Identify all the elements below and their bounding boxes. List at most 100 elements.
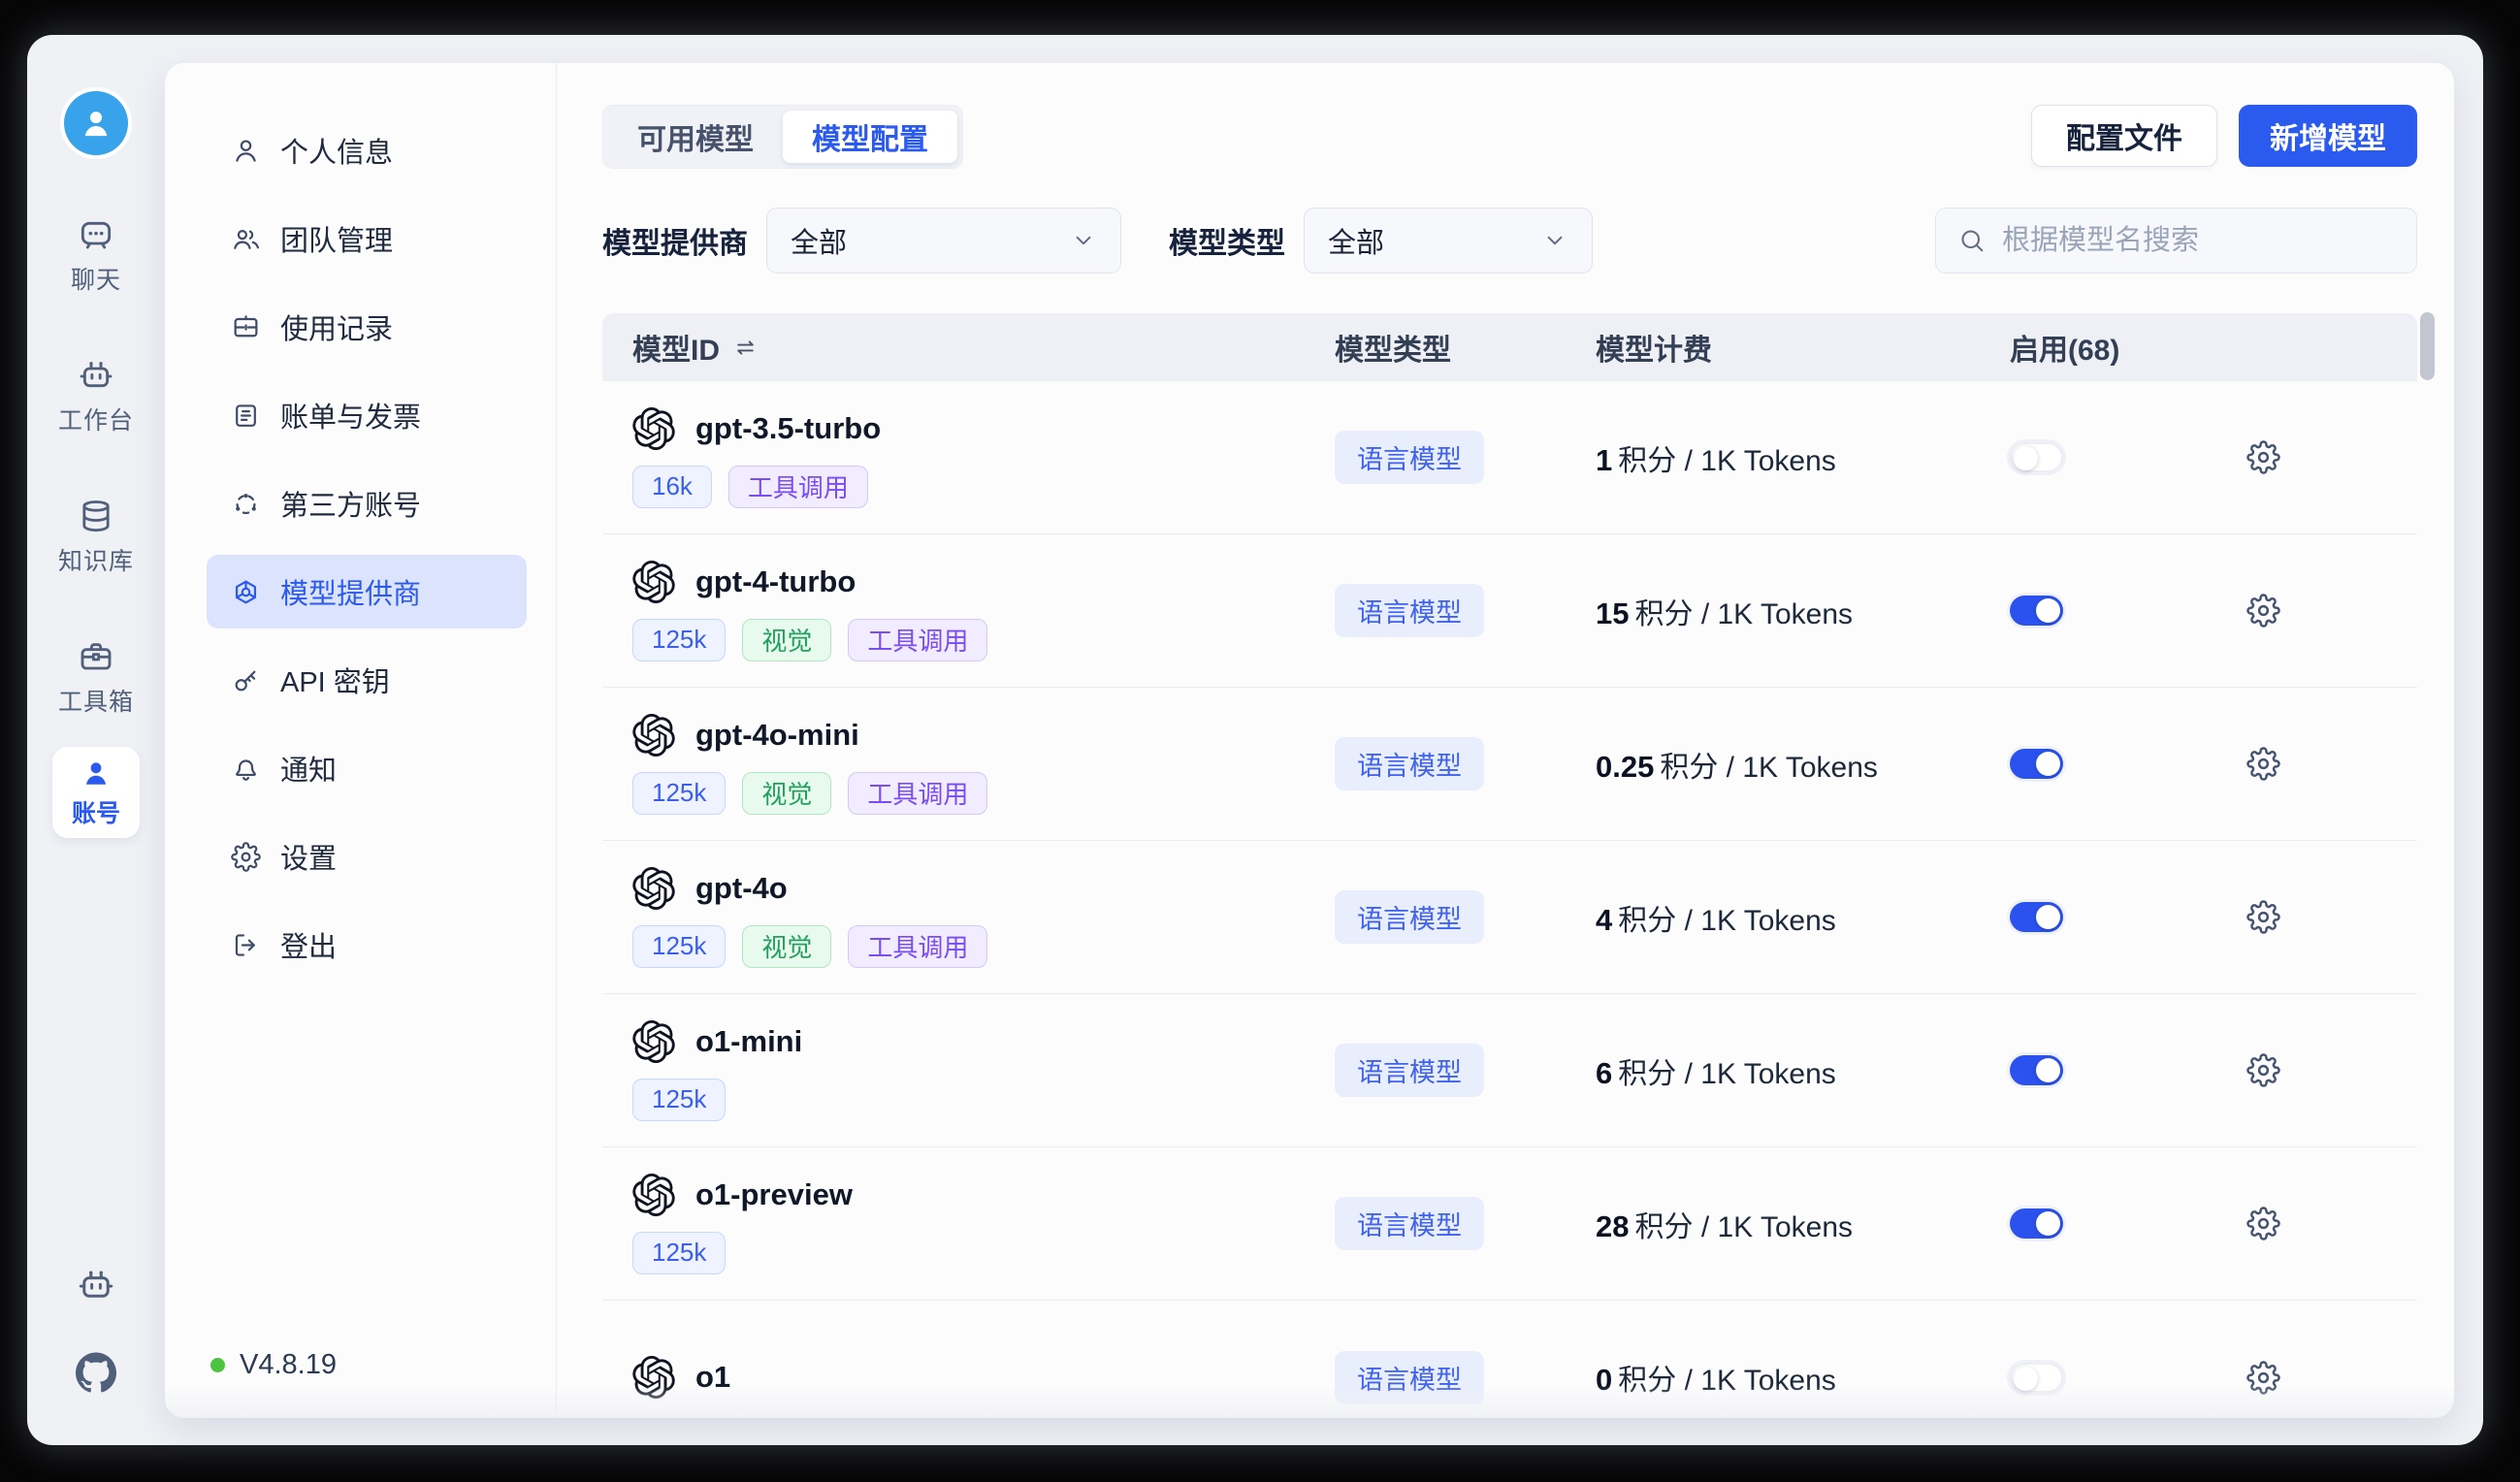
model-enabled-cell xyxy=(2010,902,2246,932)
type-select[interactable]: 全部 xyxy=(1304,208,1593,274)
enable-toggle[interactable] xyxy=(2010,1363,2063,1393)
enable-toggle[interactable] xyxy=(2010,1055,2063,1085)
rail-item-工具箱[interactable]: 工具箱 xyxy=(58,637,134,718)
gear-icon[interactable] xyxy=(2246,1053,2417,1087)
bill-icon xyxy=(231,401,261,431)
enable-toggle[interactable] xyxy=(2010,1208,2063,1239)
sidebar-item-label: 登出 xyxy=(280,924,337,965)
model-type-cell: 语言模型 xyxy=(1335,737,1596,790)
sidebar-item-第三方账号[interactable]: 第三方账号 xyxy=(207,467,527,540)
person-icon xyxy=(80,757,113,789)
provider-select[interactable]: 全部 xyxy=(766,208,1121,274)
model-type-cell: 语言模型 xyxy=(1335,890,1596,944)
model-search-input[interactable] xyxy=(2002,225,2395,257)
sidebar-item-登出[interactable]: 登出 xyxy=(207,908,527,982)
sidebar-item-通知[interactable]: 通知 xyxy=(207,731,527,805)
sidebar-item-个人信息[interactable]: 个人信息 xyxy=(207,113,527,187)
sidebar-item-label: 模型提供商 xyxy=(280,571,421,612)
app-window: 聊天工作台知识库工具箱账号 个人信息团队管理使用记录账单与发票第三方账号模型提供… xyxy=(27,35,2483,1445)
content-card: 个人信息团队管理使用记录账单与发票第三方账号模型提供商API 密钥通知设置登出 … xyxy=(165,63,2454,1418)
model-tags: 125k视觉工具调用 xyxy=(632,772,1335,815)
database-icon xyxy=(77,497,115,535)
model-tag: 工具调用 xyxy=(848,619,987,661)
model-type-cell: 语言模型 xyxy=(1335,584,1596,637)
model-settings-cell xyxy=(2246,440,2417,474)
model-type-badge: 语言模型 xyxy=(1335,890,1484,944)
model-settings-cell xyxy=(2246,1207,2417,1240)
model-name: gpt-4o-mini xyxy=(695,718,859,753)
robot-icon[interactable] xyxy=(76,1265,116,1305)
gear-icon[interactable] xyxy=(2246,440,2417,474)
config-file-button[interactable]: 配置文件 xyxy=(2031,105,2217,167)
model-type-cell: 语言模型 xyxy=(1335,1197,1596,1250)
model-type-badge: 语言模型 xyxy=(1335,431,1484,484)
model-id-cell: gpt-3.5-turbo16k工具调用 xyxy=(602,407,1335,508)
sidebar-item-label: 团队管理 xyxy=(280,218,393,259)
provider-filter-label: 模型提供商 xyxy=(602,219,748,262)
chevron-down-icon xyxy=(1070,227,1097,254)
tab-模型配置[interactable]: 模型配置 xyxy=(783,111,957,163)
openai-logo-icon xyxy=(632,1174,675,1216)
sort-icon[interactable] xyxy=(732,335,759,361)
enable-toggle[interactable] xyxy=(2010,442,2063,472)
sidebar-item-label: API 密钥 xyxy=(280,660,390,700)
model-row-o1-mini: o1-mini125k语言模型6积分 / 1K Tokens xyxy=(602,994,2417,1147)
model-type-cell: 语言模型 xyxy=(1335,1044,1596,1097)
sidebar-item-团队管理[interactable]: 团队管理 xyxy=(207,202,527,275)
openai-logo-icon xyxy=(632,1020,675,1063)
sidebar-item-账单与发票[interactable]: 账单与发票 xyxy=(207,378,527,452)
model-name: gpt-4-turbo xyxy=(695,564,856,599)
rail-item-知识库[interactable]: 知识库 xyxy=(58,497,134,577)
model-enabled-cell xyxy=(2010,749,2246,779)
search-icon xyxy=(1957,226,1987,255)
github-icon[interactable] xyxy=(76,1352,116,1393)
enable-toggle[interactable] xyxy=(2010,596,2063,626)
model-tag: 125k xyxy=(632,1079,726,1121)
gear-icon[interactable] xyxy=(2246,594,2417,628)
model-settings-cell xyxy=(2246,1361,2417,1395)
gear-icon[interactable] xyxy=(2246,747,2417,781)
records-icon xyxy=(231,312,261,342)
gear-icon[interactable] xyxy=(2246,900,2417,934)
network-icon xyxy=(231,489,261,519)
online-status-dot xyxy=(210,1358,225,1372)
enable-toggle[interactable] xyxy=(2010,749,2063,779)
filter-bar: 模型提供商 全部 模型类型 全部 xyxy=(602,208,2417,274)
model-name: o1 xyxy=(695,1360,730,1395)
model-type-badge: 语言模型 xyxy=(1335,1351,1484,1404)
rail-item-账号[interactable]: 账号 xyxy=(52,747,140,838)
rail-item-工作台[interactable]: 工作台 xyxy=(58,356,134,436)
toolbox-icon xyxy=(77,637,115,676)
rail-item-label: 工具箱 xyxy=(58,683,134,718)
model-row-gpt-3.5-turbo: gpt-3.5-turbo16k工具调用语言模型1积分 / 1K Tokens xyxy=(602,381,2417,534)
add-model-button[interactable]: 新增模型 xyxy=(2239,105,2417,167)
key-icon xyxy=(231,665,261,695)
model-row-gpt-4-turbo: gpt-4-turbo125k视觉工具调用语言模型15积分 / 1K Token… xyxy=(602,534,2417,688)
model-tag: 16k xyxy=(632,466,712,508)
model-settings-cell xyxy=(2246,900,2417,934)
tab-可用模型[interactable]: 可用模型 xyxy=(608,111,783,163)
gear-icon[interactable] xyxy=(2246,1207,2417,1240)
user-icon xyxy=(231,136,261,166)
sidebar-item-API 密钥[interactable]: API 密钥 xyxy=(207,643,527,717)
user-avatar[interactable] xyxy=(64,91,128,155)
sidebar-item-使用记录[interactable]: 使用记录 xyxy=(207,290,527,364)
model-settings-cell xyxy=(2246,1053,2417,1087)
model-tags: 125k xyxy=(632,1232,1335,1274)
gear-icon[interactable] xyxy=(2246,1361,2417,1395)
model-billing-cell: 6积分 / 1K Tokens xyxy=(1596,1049,2010,1092)
model-billing-cell: 0.25积分 / 1K Tokens xyxy=(1596,743,2010,786)
sidebar-item-模型提供商[interactable]: 模型提供商 xyxy=(207,555,527,628)
model-name: gpt-3.5-turbo xyxy=(695,411,881,446)
openai-logo-icon xyxy=(632,561,675,603)
model-tag: 视觉 xyxy=(742,772,831,815)
enable-toggle[interactable] xyxy=(2010,902,2063,932)
sidebar-item-设置[interactable]: 设置 xyxy=(207,820,527,893)
model-billing-cell: 15积分 / 1K Tokens xyxy=(1596,590,2010,632)
model-tag: 工具调用 xyxy=(848,925,987,968)
model-id-cell: gpt-4o125k视觉工具调用 xyxy=(602,867,1335,968)
scrollbar-thumb[interactable] xyxy=(2420,312,2435,380)
model-tag: 125k xyxy=(632,772,726,815)
model-type-badge: 语言模型 xyxy=(1335,1044,1484,1097)
rail-item-聊天[interactable]: 聊天 xyxy=(71,215,121,296)
